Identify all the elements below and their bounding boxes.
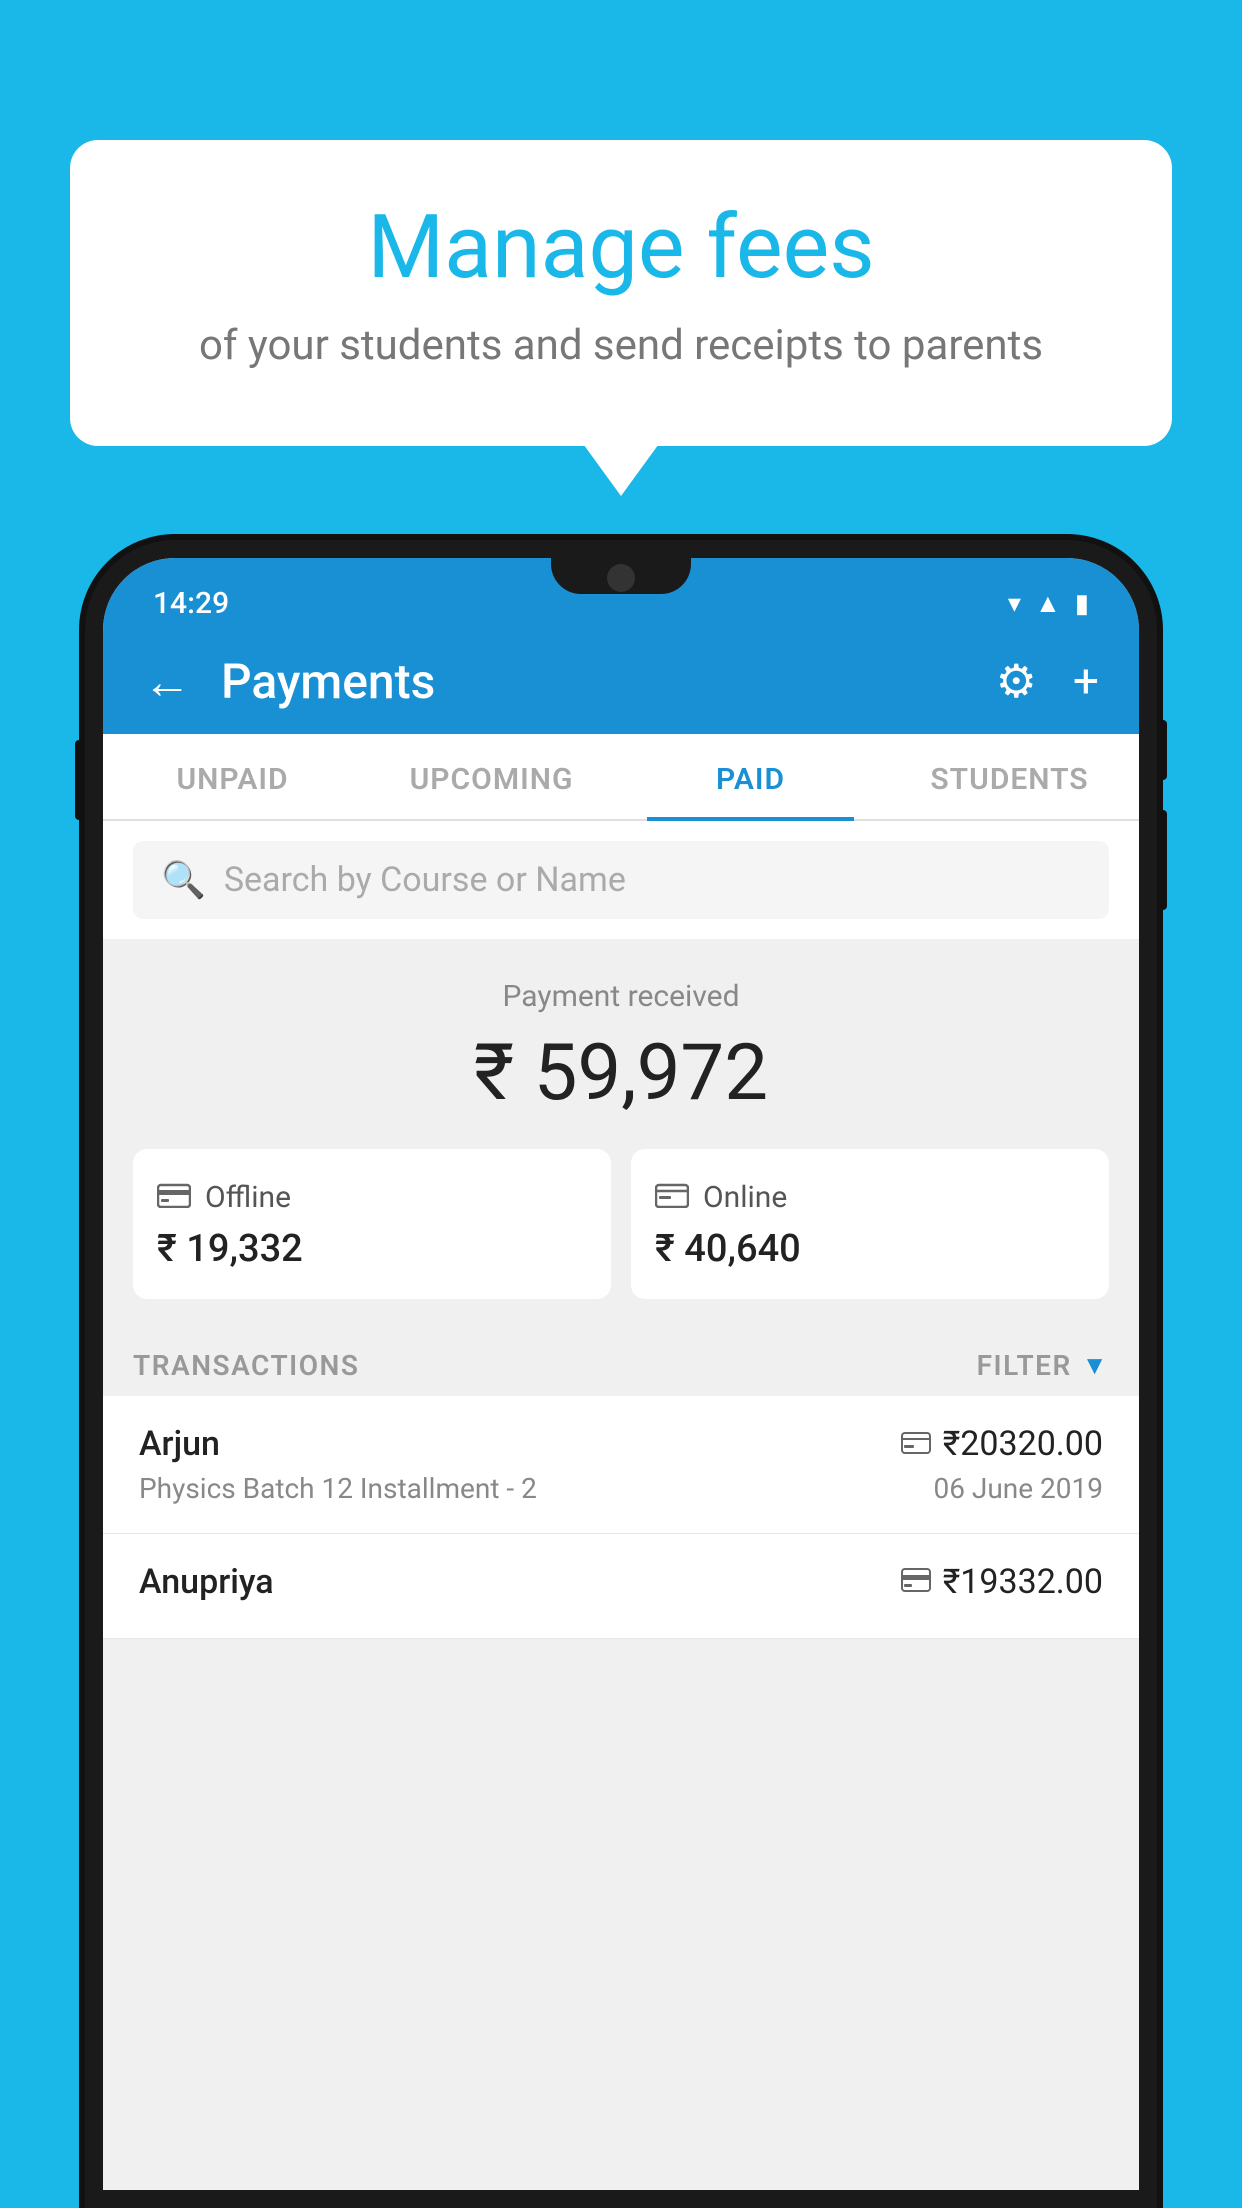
- payment-total-amount: ₹ 59,972: [133, 1028, 1109, 1119]
- payment-received-label: Payment received: [133, 979, 1109, 1014]
- transaction-date: 06 June 2019: [933, 1472, 1103, 1505]
- tab-students[interactable]: STUDENTS: [880, 734, 1139, 819]
- transaction-amount: ₹20320.00: [943, 1424, 1103, 1464]
- offline-card-header: Offline: [157, 1177, 587, 1217]
- signal-icon: ▲: [1035, 588, 1061, 619]
- gear-icon[interactable]: ⚙: [996, 654, 1037, 709]
- transaction-amount-container: ₹19332.00: [901, 1562, 1103, 1602]
- speech-bubble: Manage fees of your students and send re…: [70, 140, 1172, 446]
- phone-camera: [607, 564, 635, 592]
- battery-icon: ▮: [1075, 589, 1089, 619]
- search-container: 🔍 Search by Course or Name: [103, 821, 1139, 939]
- payment-cards: Offline ₹ 19,332: [133, 1149, 1109, 1299]
- transactions-header: TRANSACTIONS FILTER ▼: [103, 1329, 1139, 1396]
- online-transaction-icon: [901, 1427, 931, 1462]
- transaction-amount-container: ₹20320.00: [901, 1424, 1103, 1464]
- offline-icon: [157, 1177, 191, 1217]
- plus-icon[interactable]: +: [1073, 655, 1099, 709]
- tab-unpaid[interactable]: UNPAID: [103, 734, 362, 819]
- tab-upcoming[interactable]: UPCOMING: [362, 734, 621, 819]
- payment-summary: Payment received ₹ 59,972: [103, 939, 1139, 1329]
- search-box[interactable]: 🔍 Search by Course or Name: [133, 841, 1109, 919]
- transaction-amount: ₹19332.00: [943, 1562, 1103, 1602]
- offline-label: Offline: [205, 1180, 291, 1215]
- page-title: Payments: [221, 653, 996, 710]
- offline-amount: ₹ 19,332: [157, 1227, 587, 1271]
- content-area: 🔍 Search by Course or Name Payment recei…: [103, 821, 1139, 2190]
- side-button-right-1: [1159, 720, 1167, 780]
- tabs-bar: UNPAID UPCOMING PAID STUDENTS: [103, 734, 1139, 821]
- status-icons: ▾ ▲ ▮: [1008, 588, 1089, 619]
- speech-bubble-container: Manage fees of your students and send re…: [70, 140, 1172, 446]
- transaction-course: Physics Batch 12 Installment - 2: [139, 1472, 537, 1505]
- table-row[interactable]: Arjun ₹20320.00: [103, 1396, 1139, 1534]
- phone-screen: 14:29 ▾ ▲ ▮ ← Payments ⚙ + UNPAID UPCOMI…: [103, 558, 1139, 2190]
- app-header: ← Payments ⚙ +: [103, 633, 1139, 734]
- filter-button[interactable]: FILTER ▼: [977, 1349, 1109, 1382]
- transaction-name: Anupriya: [139, 1562, 274, 1602]
- search-placeholder: Search by Course or Name: [224, 860, 626, 900]
- filter-icon: ▼: [1082, 1350, 1109, 1381]
- status-time: 14:29: [153, 586, 229, 621]
- bubble-subtitle: of your students and send receipts to pa…: [150, 317, 1092, 376]
- filter-label: FILTER: [977, 1349, 1072, 1382]
- tab-paid[interactable]: PAID: [621, 734, 880, 819]
- online-icon: [655, 1177, 689, 1217]
- header-actions: ⚙ +: [996, 654, 1099, 709]
- phone-frame: 14:29 ▾ ▲ ▮ ← Payments ⚙ + UNPAID UPCOMI…: [85, 540, 1157, 2208]
- side-button-left: [75, 740, 83, 820]
- back-button[interactable]: ←: [143, 653, 191, 710]
- online-label: Online: [703, 1180, 787, 1215]
- transaction-row-top: Arjun ₹20320.00: [139, 1424, 1103, 1464]
- online-amount: ₹ 40,640: [655, 1227, 1085, 1271]
- transactions-label: TRANSACTIONS: [133, 1349, 359, 1382]
- wifi-icon: ▾: [1008, 589, 1021, 619]
- transaction-row-top: Anupriya ₹19332.00: [139, 1562, 1103, 1602]
- offline-transaction-icon: [901, 1565, 931, 1600]
- offline-payment-card: Offline ₹ 19,332: [133, 1149, 611, 1299]
- transaction-name: Arjun: [139, 1424, 220, 1464]
- side-button-right-2: [1159, 810, 1167, 910]
- bubble-title: Manage fees: [150, 200, 1092, 297]
- online-card-header: Online: [655, 1177, 1085, 1217]
- search-icon: 🔍: [161, 859, 206, 901]
- transaction-list: Arjun ₹20320.00: [103, 1396, 1139, 1639]
- table-row[interactable]: Anupriya ₹19332.00: [103, 1534, 1139, 1639]
- transaction-row-bottom: Physics Batch 12 Installment - 2 06 June…: [139, 1472, 1103, 1505]
- online-payment-card: Online ₹ 40,640: [631, 1149, 1109, 1299]
